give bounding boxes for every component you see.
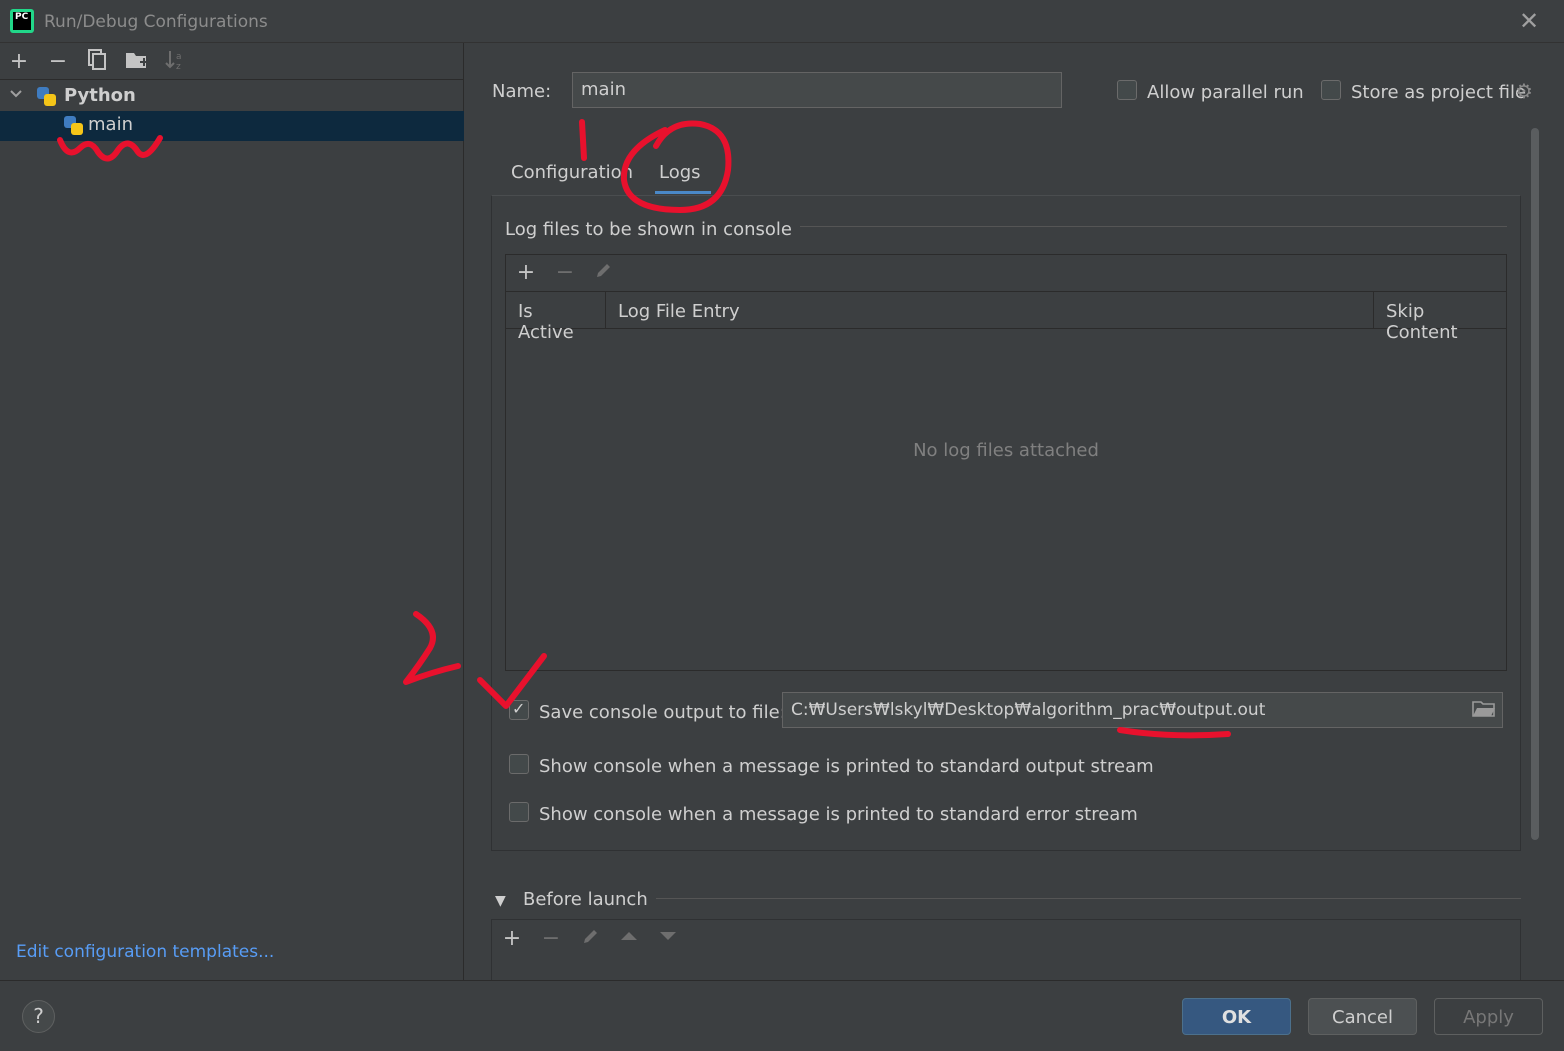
section-divider [645,898,1521,899]
pencil-icon [584,930,597,943]
tab-configuration[interactable]: Configuration [511,162,633,183]
section-divider [775,226,1507,227]
column-header-is-active[interactable]: Is Active [506,292,606,343]
copy-configuration-button[interactable] [84,49,110,75]
pencil-icon [597,264,610,277]
remove-configuration-button[interactable]: − [45,49,71,75]
tab-logs[interactable]: Logs [659,162,701,183]
tree-item-main[interactable]: main [0,111,464,141]
configurations-sidebar: + − az Python main Edit configuration te… [0,43,464,980]
new-folder-button[interactable] [124,49,150,75]
show-console-stdout-label: Show console when a message is printed t… [539,756,1154,777]
add-log-button[interactable]: + [513,260,539,286]
edit-before-launch-button[interactable] [578,926,604,952]
svg-text:z: z [176,62,181,71]
app-logo-text: PC [13,12,31,30]
copy-icon [88,49,106,70]
store-as-project-file-label: Store as project file [1351,82,1527,103]
title-bar: PC Run/Debug Configurations ✕ [0,0,1564,43]
save-console-output-label: Save console output to file: [539,702,786,723]
scrollbar[interactable] [1531,128,1539,840]
help-button[interactable]: ? [22,1000,55,1033]
tree-group-label: Python [64,85,136,106]
show-console-stderr-label: Show console when a message is printed t… [539,804,1138,825]
python-icon [64,116,84,136]
tree-item-label: main [88,114,133,135]
sidebar-toolbar: + − az [0,43,464,80]
column-header-log-file-entry[interactable]: Log File Entry [606,292,1374,329]
show-console-stderr-checkbox[interactable] [509,802,529,822]
close-icon[interactable]: ✕ [1516,8,1542,34]
allow-parallel-run-label: Allow parallel run [1147,82,1304,103]
window-title: Run/Debug Configurations [44,12,268,32]
show-console-stdout-checkbox[interactable] [509,754,529,774]
cancel-button[interactable]: Cancel [1308,998,1417,1035]
allow-parallel-run-checkbox[interactable] [1117,80,1137,100]
save-console-output-checkbox[interactable] [509,699,529,720]
browse-folder-icon[interactable] [1472,699,1496,719]
name-label: Name: [492,81,552,102]
python-icon [37,87,57,107]
before-launch-toolbar: + − [491,919,1521,980]
ok-button[interactable]: OK [1182,998,1291,1035]
log-files-toolbar: + − [506,255,1506,292]
log-files-table: + − Is Active Log File Entry Skip Conten… [505,254,1507,671]
sort-icon: az [165,51,182,72]
move-down-button[interactable] [655,926,681,952]
output-file-path-input[interactable]: C:₩Users₩lskyl₩Desktop₩algorithm_prac₩ou… [782,692,1503,728]
column-header-skip-content[interactable]: Skip Content [1374,292,1506,343]
remove-log-button[interactable]: − [552,260,578,286]
move-down-icon [660,932,676,940]
chevron-down-icon[interactable] [9,87,25,103]
log-files-table-header: Is Active Log File Entry Skip Content [506,292,1506,343]
edit-log-button[interactable] [591,260,617,286]
apply-button[interactable]: Apply [1434,998,1543,1035]
dialog-button-bar: ? OK Cancel Apply [0,980,1564,1051]
new-folder-icon [126,53,148,68]
collapse-triangle-icon[interactable]: ▼ [495,893,506,909]
log-files-section-title: Log files to be shown in console [505,219,800,240]
active-tab-indicator [655,191,711,194]
sort-button[interactable]: az [162,49,188,75]
name-input[interactable]: main [572,72,1062,108]
configuration-editor: Name: main Allow parallel run Store as p… [465,43,1564,980]
edit-configuration-templates-link[interactable]: Edit configuration templates... [16,942,274,962]
before-launch-title[interactable]: Before launch [523,889,656,910]
svg-text:a: a [176,52,182,62]
pycharm-logo-icon: PC [10,9,34,33]
move-up-icon [621,932,637,940]
tree-group-python[interactable]: Python [0,82,464,112]
move-up-button[interactable] [616,926,642,952]
add-before-launch-button[interactable]: + [499,926,525,952]
gear-icon[interactable]: ⚙ [1515,79,1533,103]
add-configuration-button[interactable]: + [6,49,32,75]
store-as-project-file-checkbox[interactable] [1321,80,1341,100]
empty-table-text: No log files attached [913,440,1099,461]
remove-before-launch-button[interactable]: − [538,926,564,952]
